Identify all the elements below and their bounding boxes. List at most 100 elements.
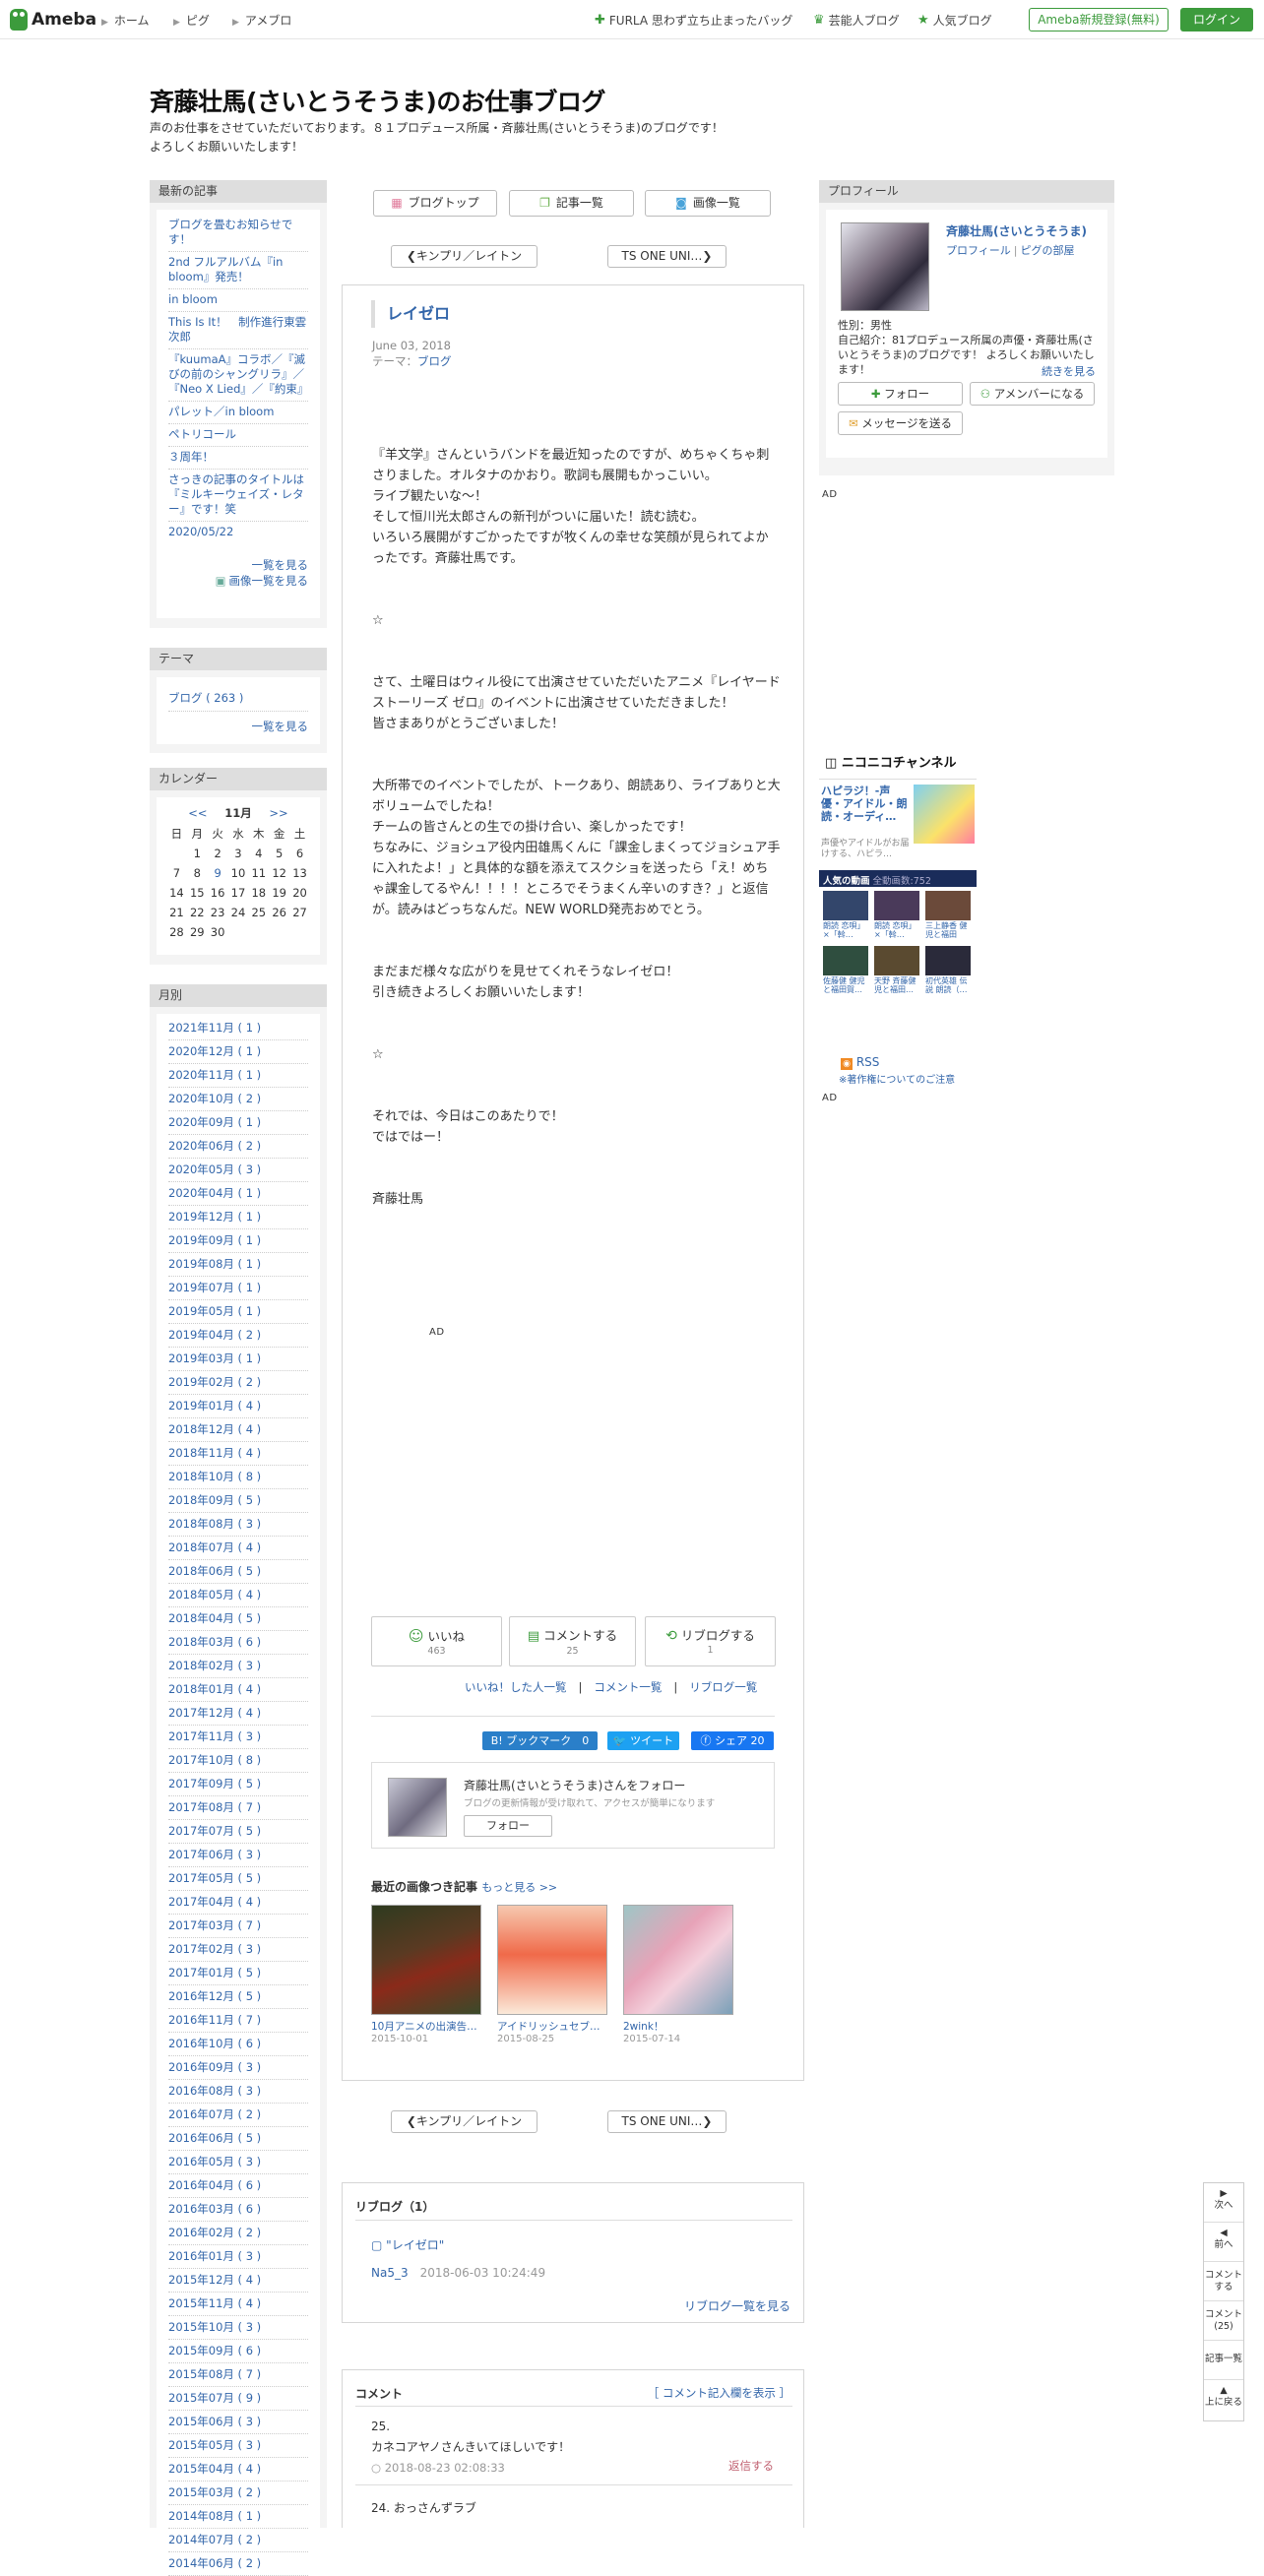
niconico-video-card[interactable]: 初代英雄 伝説 朗読（…	[925, 946, 971, 994]
monthly-archive-link[interactable]: 2017年05月 ( 5 )	[168, 1867, 308, 1891]
open-comment-form-link[interactable]: ［ コメント記入欄を表示 ］	[648, 2385, 790, 2401]
theme-more-link[interactable]: 一覧を見る	[168, 719, 309, 734]
monthly-archive-link[interactable]: 2019年12月 ( 1 )	[168, 1206, 308, 1229]
monthly-archive-link[interactable]: 2014年06月 ( 2 )	[168, 2552, 308, 2576]
monthly-archive-link[interactable]: 2020年06月 ( 2 )	[168, 1135, 308, 1159]
monthly-archive-link[interactable]: 2017年06月 ( 3 )	[168, 1844, 308, 1867]
register-button[interactable]: Ameba新規登録(無料)	[1029, 8, 1169, 31]
image-article-card[interactable]: 2wink！ 2015-07-14	[623, 1905, 733, 2044]
monthly-archive-link[interactable]: 2017年08月 ( 7 )	[168, 1796, 308, 1820]
nav-home[interactable]: ▶ ホーム	[101, 12, 150, 29]
monthly-archive-link[interactable]: 2016年07月 ( 2 )	[168, 2104, 308, 2127]
monthly-archive-link[interactable]: 2016年04月 ( 6 )	[168, 2174, 308, 2198]
niconico-video-card[interactable]: 朗読 恋唄」×「斡…	[823, 891, 868, 939]
monthly-archive-link[interactable]: 2015年11月 ( 4 )	[168, 2293, 308, 2316]
profile-link[interactable]: プロフィール	[946, 244, 1011, 257]
follow-profile-button[interactable]: ✚ フォロー	[838, 382, 963, 406]
monthly-archive-link[interactable]: 2018年09月 ( 5 )	[168, 1489, 308, 1513]
monthly-archive-link[interactable]: 2020年12月 ( 1 )	[168, 1040, 308, 1064]
monthly-archive-link[interactable]: 2018年08月 ( 3 )	[168, 1513, 308, 1537]
monthly-archive-link[interactable]: 2017年01月 ( 5 )	[168, 1962, 308, 1985]
monthly-archive-link[interactable]: 2019年01月 ( 4 )	[168, 1395, 308, 1418]
monthly-archive-link[interactable]: 2019年09月 ( 1 )	[168, 1229, 308, 1253]
niconico-video-card[interactable]: 佐藤健 健児と福田賀…	[823, 946, 868, 994]
monthly-archive-link[interactable]: 2017年02月 ( 3 )	[168, 1938, 308, 1962]
monthly-archive-link[interactable]: 2017年03月 ( 7 )	[168, 1915, 308, 1938]
monthly-archive-link[interactable]: 2016年01月 ( 3 )	[168, 2245, 308, 2269]
monthly-archive-link[interactable]: 2018年12月 ( 4 )	[168, 1418, 308, 1442]
monthly-archive-link[interactable]: 2018年01月 ( 4 )	[168, 1678, 308, 1702]
niconico-video-card[interactable]: 天野 斉藤健児と福田…	[874, 946, 919, 994]
monthly-archive-link[interactable]: 2018年02月 ( 3 )	[168, 1655, 308, 1678]
monthly-archive-link[interactable]: 2016年11月 ( 7 )	[168, 2009, 308, 2033]
comment-float-button[interactable]: コメントする	[1204, 2262, 1243, 2301]
header-link-celebrity[interactable]: ♛ 芸能人ブログ	[813, 12, 900, 29]
calendar-prev-month[interactable]: <<	[188, 806, 207, 820]
amember-button[interactable]: ⚇ アメンバーになる	[970, 382, 1095, 406]
niconico-channel-image[interactable]	[914, 785, 975, 844]
monthly-archive-link[interactable]: 2018年04月 ( 5 )	[168, 1607, 308, 1631]
comments-count-float-button[interactable]: コメント(25)	[1204, 2301, 1243, 2341]
pigg-room-link[interactable]: ピグの部屋	[1021, 244, 1075, 257]
monthly-archive-link[interactable]: 2019年05月 ( 1 )	[168, 1300, 308, 1324]
monthly-archive-link[interactable]: 2015年05月 ( 3 )	[168, 2434, 308, 2458]
recent-article-link[interactable]: さっきの記事のタイトルは『ミルキーウェイズ・レター』です！笑	[168, 470, 308, 522]
monthly-archive-link[interactable]: 2020年04月 ( 1 )	[168, 1182, 308, 1206]
recent-article-link[interactable]: in bloom	[168, 289, 308, 312]
back-to-top-button[interactable]: ▲ 上に戻る	[1204, 2380, 1243, 2419]
recent-more-link[interactable]: 一覧を見る	[168, 557, 309, 573]
monthly-archive-link[interactable]: 2015年07月 ( 9 )	[168, 2387, 308, 2411]
monthly-archive-link[interactable]: 2021年11月 ( 1 )	[168, 1017, 308, 1040]
prev-article-button[interactable]: ❮キンプリ／レイトン	[391, 245, 537, 268]
monthly-archive-link[interactable]: 2015年03月 ( 2 )	[168, 2482, 308, 2505]
monthly-archive-link[interactable]: 2019年02月 ( 2 )	[168, 1371, 308, 1395]
login-button[interactable]: ログイン	[1180, 8, 1253, 31]
reblog-item[interactable]: ▢ "レイゼロ"	[371, 2236, 444, 2253]
recent-images-link[interactable]: ▣ 画像一覧を見る	[168, 573, 308, 589]
monthly-archive-link[interactable]: 2014年07月 ( 2 )	[168, 2529, 308, 2552]
recent-image-more-link[interactable]: もっと見る >>	[481, 1881, 557, 1894]
header-link-popular[interactable]: ★ 人気ブログ	[917, 12, 992, 29]
prev-float-button[interactable]: ◀ 前へ	[1204, 2223, 1243, 2262]
reply-button[interactable]: 返信する	[728, 2458, 774, 2474]
recent-article-link[interactable]: 2nd フルアルバム『in bloom』発売！	[168, 252, 308, 289]
monthly-archive-link[interactable]: 2018年11月 ( 4 )	[168, 1442, 308, 1466]
monthly-archive-link[interactable]: 2018年05月 ( 4 )	[168, 1584, 308, 1607]
article-theme-link[interactable]: ブログ	[417, 354, 452, 368]
profile-more-link[interactable]: 続きを見る	[1042, 363, 1096, 379]
monthly-archive-link[interactable]: 2017年10月 ( 8 )	[168, 1749, 308, 1773]
next-float-button[interactable]: ▶ 次へ	[1204, 2183, 1243, 2223]
monthly-archive-link[interactable]: 2016年02月 ( 2 )	[168, 2222, 308, 2245]
article-list-button[interactable]: ❐ 記事一覧	[509, 190, 634, 217]
profile-avatar[interactable]	[841, 222, 929, 311]
calendar-day-link[interactable]: 9	[208, 863, 228, 883]
next-article-button[interactable]: TS ONE UNI…❯	[607, 245, 727, 268]
blog-title[interactable]: 斉藤壮馬(さいとうそうま)のお仕事ブログ	[150, 83, 605, 118]
tweet-button[interactable]: 🐦 ツイート	[607, 1731, 679, 1750]
monthly-archive-link[interactable]: 2018年03月 ( 6 )	[168, 1631, 308, 1655]
monthly-archive-link[interactable]: 2015年06月 ( 3 )	[168, 2411, 308, 2434]
next-article-button-bottom[interactable]: TS ONE UNI…❯	[607, 2110, 727, 2133]
monthly-archive-link[interactable]: 2019年04月 ( 2 )	[168, 1324, 308, 1348]
monthly-archive-link[interactable]: 2020年11月 ( 1 )	[168, 1064, 308, 1088]
reblog-list-link[interactable]: リブログ一覧	[689, 1680, 757, 1694]
nav-pigg[interactable]: ▶ ピグ	[173, 12, 210, 29]
recent-article-link[interactable]: パレット／in bloom	[168, 402, 308, 424]
profile-name[interactable]: 斉藤壮馬(さいとうそうま)	[946, 222, 1087, 239]
monthly-archive-link[interactable]: 2017年07月 ( 5 )	[168, 1820, 308, 1844]
reblog-button[interactable]: ⟲ リブログする 1	[645, 1616, 776, 1666]
monthly-archive-link[interactable]: 2020年09月 ( 1 )	[168, 1111, 308, 1135]
monthly-archive-link[interactable]: 2020年10月 ( 2 )	[168, 1088, 308, 1111]
facebook-share-button[interactable]: ⓕ シェア 20	[691, 1731, 774, 1750]
monthly-archive-link[interactable]: 2016年05月 ( 3 )	[168, 2151, 308, 2174]
recent-article-link[interactable]: 『kuumaA』コラボ／『滅びの前のシャングリラ』／『Neo X Lied』／『…	[168, 349, 308, 402]
recent-article-link[interactable]: ３周年！	[168, 447, 308, 470]
monthly-archive-link[interactable]: 2018年06月 ( 5 )	[168, 1560, 308, 1584]
monthly-archive-link[interactable]: 2020年05月 ( 3 )	[168, 1159, 308, 1182]
monthly-archive-link[interactable]: 2016年03月 ( 6 )	[168, 2198, 308, 2222]
monthly-archive-link[interactable]: 2019年03月 ( 1 )	[168, 1348, 308, 1371]
monthly-archive-link[interactable]: 2017年12月 ( 4 )	[168, 1702, 308, 1726]
niconico-video-card[interactable]: 三上静香 健児と福田賀…	[925, 891, 971, 939]
monthly-archive-link[interactable]: 2015年04月 ( 4 )	[168, 2458, 308, 2482]
theme-blog-link[interactable]: ブログ ( 263 )	[168, 688, 308, 712]
